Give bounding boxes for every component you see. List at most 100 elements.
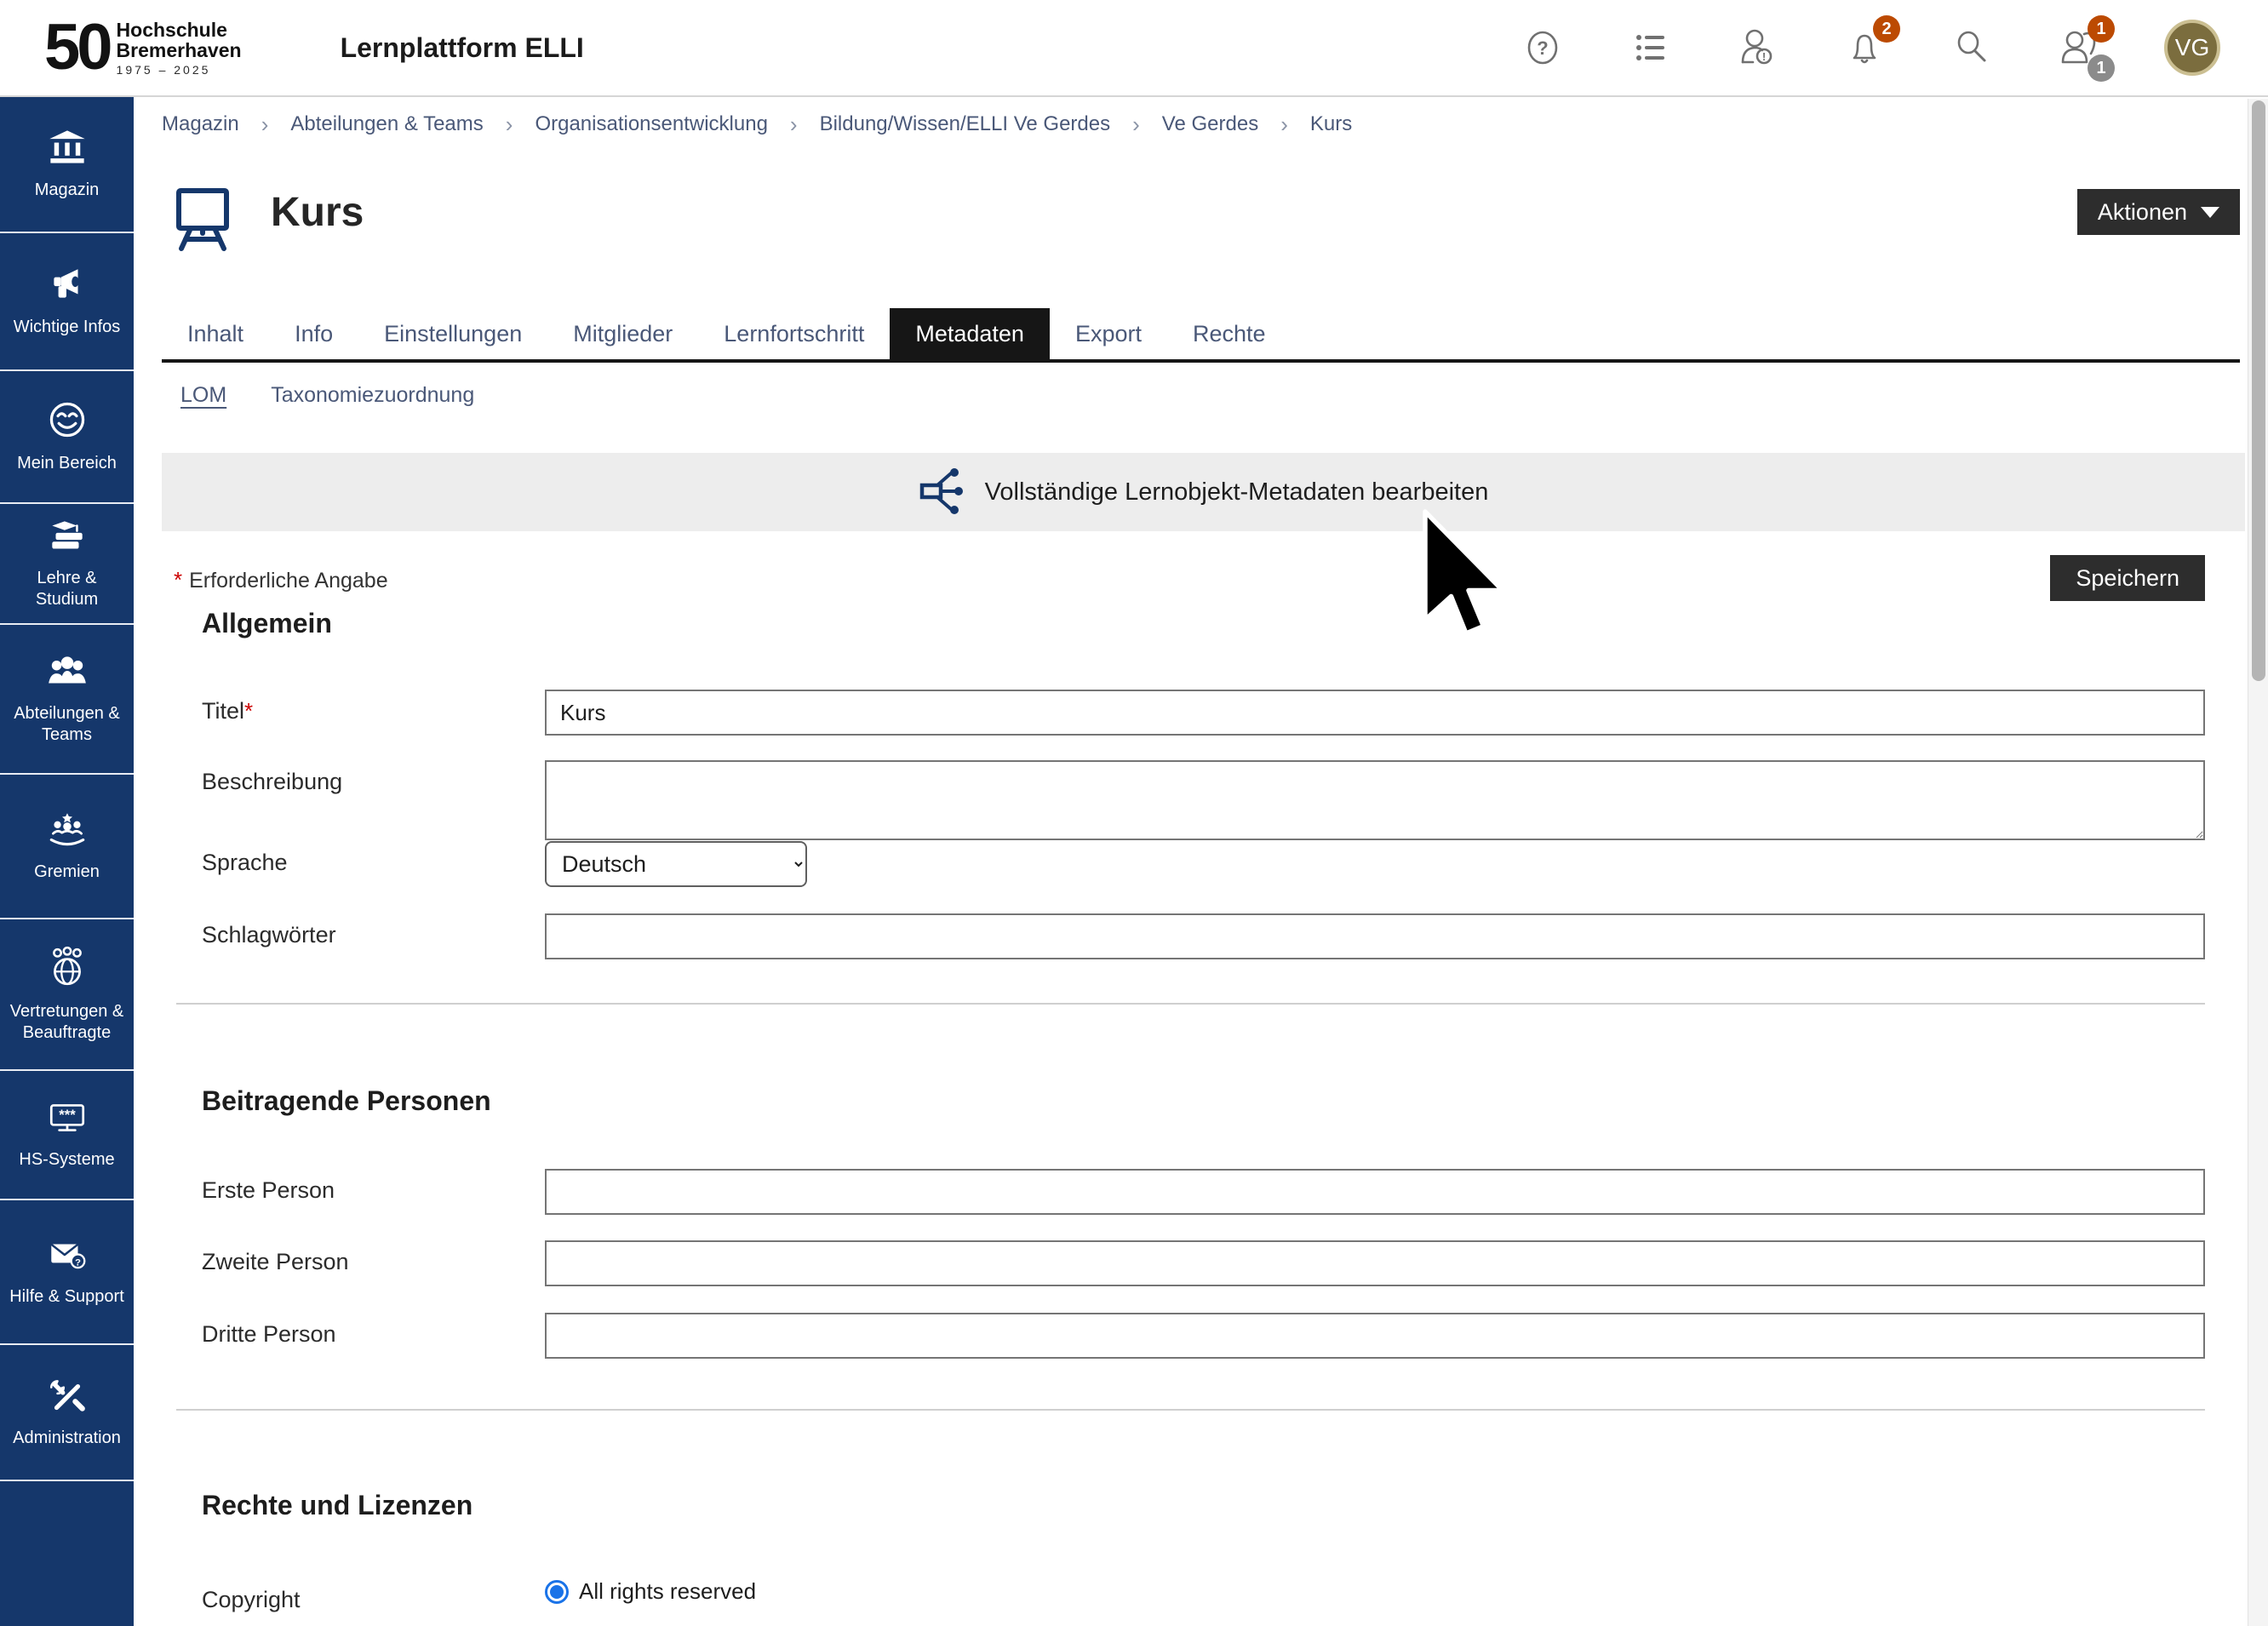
topbar-icon-group: ? ! — [1521, 20, 2220, 76]
titel-label: Titel* — [202, 690, 545, 724]
breadcrumb-bildung-wissen[interactable]: Bildung/Wissen/ELLI Ve Gerdes — [820, 112, 1111, 136]
edit-full-metadata-label: Vollständige Lernobjekt-Metadaten bearbe… — [985, 478, 1489, 507]
chevron-right-icon: › — [1280, 112, 1288, 138]
megaphone-icon — [46, 265, 89, 308]
schlagwoerter-input[interactable] — [545, 913, 2205, 959]
logo-line1: Hochschule — [117, 20, 242, 40]
breadcrumb-abteilungen-teams[interactable]: Abteilungen & Teams — [290, 112, 483, 136]
edit-full-metadata-banner[interactable]: Vollständige Lernobjekt-Metadaten bearbe… — [162, 453, 2245, 531]
scrollbar-thumb[interactable] — [2252, 100, 2265, 681]
field-row-sprache: Sprache Deutsch — [202, 841, 2205, 887]
list-icon[interactable] — [1628, 26, 1672, 70]
field-row-erste-person: Erste Person — [202, 1169, 2205, 1215]
chevron-right-icon: › — [1132, 112, 1140, 138]
monitor-password-icon: *** — [45, 1099, 89, 1141]
tab-rechte[interactable]: Rechte — [1167, 308, 1292, 359]
breadcrumb-kurs[interactable]: Kurs — [1310, 112, 1352, 136]
sidebar-item-label: Abteilungen & Teams — [5, 703, 129, 746]
actions-button[interactable]: Aktionen — [2077, 189, 2240, 235]
mail-question-icon: ? — [45, 1236, 89, 1278]
app-title: Lernplattform ELLI — [341, 32, 584, 64]
field-row-schlagwoerter: Schlagwörter — [202, 913, 2205, 959]
sidebar: Magazin Wichtige Infos Mein Bereich — [0, 97, 134, 1626]
breadcrumb: Magazin › Abteilungen & Teams › Organisa… — [162, 97, 2234, 152]
hochschule-bremerhaven-logo[interactable]: 50 Hochschule Bremerhaven 1975 – 2025 — [44, 15, 242, 80]
field-row-zweite-person: Zweite Person — [202, 1240, 2205, 1286]
dritte-person-input[interactable] — [545, 1313, 2205, 1359]
logo-years: 1975 – 2025 — [117, 64, 242, 77]
sidebar-item-label: Wichtige Infos — [14, 317, 121, 338]
erste-person-input[interactable] — [545, 1169, 2205, 1215]
sidebar-item-mein-bereich[interactable]: Mein Bereich — [0, 371, 134, 504]
sidebar-item-magazin[interactable]: Magazin — [0, 97, 134, 233]
sidebar-item-abteilungen-teams[interactable]: Abteilungen & Teams — [0, 625, 134, 775]
erste-person-label: Erste Person — [202, 1169, 545, 1204]
logo-text: Hochschule Bremerhaven 1975 – 2025 — [117, 20, 242, 77]
tab-lernfortschritt[interactable]: Lernfortschritt — [698, 308, 890, 359]
tab-export[interactable]: Export — [1050, 308, 1167, 359]
dritte-person-label: Dritte Person — [202, 1313, 545, 1348]
zweite-person-input[interactable] — [545, 1240, 2205, 1286]
save-button[interactable]: Speichern — [2050, 555, 2205, 601]
sidebar-item-hilfe-support[interactable]: ? Hilfe & Support — [0, 1200, 134, 1345]
sidebar-item-gremien[interactable]: Gremien — [0, 775, 134, 919]
section-divider — [176, 1003, 2205, 1005]
sidebar-item-label: Administration — [13, 1428, 121, 1449]
section-divider — [176, 1409, 2205, 1411]
contacts-badge-top: 1 — [2088, 15, 2115, 43]
breadcrumb-organisationsentwicklung[interactable]: Organisationsentwicklung — [535, 112, 767, 136]
required-note: *Erforderliche Angabe — [174, 567, 388, 593]
svg-text:!: ! — [1762, 50, 1766, 63]
sidebar-item-label: Hilfe & Support — [9, 1286, 124, 1308]
search-icon[interactable] — [1950, 26, 1994, 70]
breadcrumb-magazin[interactable]: Magazin — [162, 112, 239, 136]
titel-label-text: Titel — [202, 698, 244, 724]
bank-icon — [47, 128, 88, 171]
sidebar-item-label: Gremien — [34, 862, 100, 883]
sidebar-item-label: Vertretungen & Beauftragte — [5, 1001, 129, 1044]
sidebar-item-vertretungen-beauftragte[interactable]: Vertretungen & Beauftragte — [0, 919, 134, 1071]
logo-line2: Bremerhaven — [117, 40, 242, 60]
sidebar-item-hs-systeme[interactable]: *** HS-Systeme — [0, 1071, 134, 1200]
tab-inhalt[interactable]: Inhalt — [162, 308, 269, 359]
beschreibung-textarea[interactable] — [545, 760, 2205, 840]
chevron-right-icon: › — [790, 112, 798, 138]
tab-metadaten[interactable]: Metadaten — [890, 308, 1050, 359]
sidebar-item-label: Mein Bereich — [17, 453, 117, 474]
sidebar-item-lehre-studium[interactable]: Lehre & Studium — [0, 504, 134, 625]
tab-einstellungen[interactable]: Einstellungen — [358, 308, 547, 359]
help-icon[interactable]: ? — [1521, 26, 1565, 70]
page-header: Kurs Aktionen — [162, 182, 2240, 259]
sprache-select[interactable]: Deutsch — [545, 841, 807, 887]
avatar[interactable]: VG — [2164, 20, 2220, 76]
notifications-badge: 2 — [1873, 15, 1900, 43]
sidebar-item-wichtige-infos[interactable]: Wichtige Infos — [0, 233, 134, 371]
breadcrumb-ve-gerdes[interactable]: Ve Gerdes — [1162, 112, 1258, 136]
notifications-icon[interactable]: 2 — [1842, 26, 1887, 70]
smiley-icon — [47, 399, 88, 444]
page-scrollbar[interactable] — [2248, 99, 2268, 1626]
chevron-right-icon: › — [506, 112, 513, 138]
zweite-person-label: Zweite Person — [202, 1240, 545, 1275]
titel-input[interactable] — [545, 690, 2205, 736]
sidebar-item-administration[interactable]: Administration — [0, 1345, 134, 1481]
tab-mitglieder[interactable]: Mitglieder — [547, 308, 698, 359]
sidebar-item-label: HS-Systeme — [19, 1149, 114, 1171]
svg-text:?: ? — [1537, 37, 1548, 59]
beschreibung-label: Beschreibung — [202, 760, 545, 795]
tab-info[interactable]: Info — [269, 308, 358, 359]
user-status-icon[interactable]: ! — [1735, 26, 1779, 70]
copyright-option: All rights reserved — [545, 1578, 756, 1605]
globe-people-icon — [46, 946, 89, 993]
subtab-taxonomiezuordnung[interactable]: Taxonomiezuordnung — [271, 383, 474, 408]
field-row-dritte-person: Dritte Person — [202, 1313, 2205, 1359]
subtab-bar: LOM Taxonomiezuordnung — [180, 383, 474, 408]
svg-text:?: ? — [74, 1257, 80, 1268]
tools-icon — [46, 1376, 89, 1419]
subtab-lom[interactable]: LOM — [180, 383, 226, 408]
copyright-radio[interactable] — [545, 1580, 569, 1604]
contacts-icon[interactable]: 1 1 — [2057, 26, 2101, 70]
top-bar: 50 Hochschule Bremerhaven 1975 – 2025 Le… — [0, 0, 2268, 97]
required-asterisk: * — [244, 698, 253, 724]
field-row-beschreibung: Beschreibung — [202, 760, 2205, 840]
